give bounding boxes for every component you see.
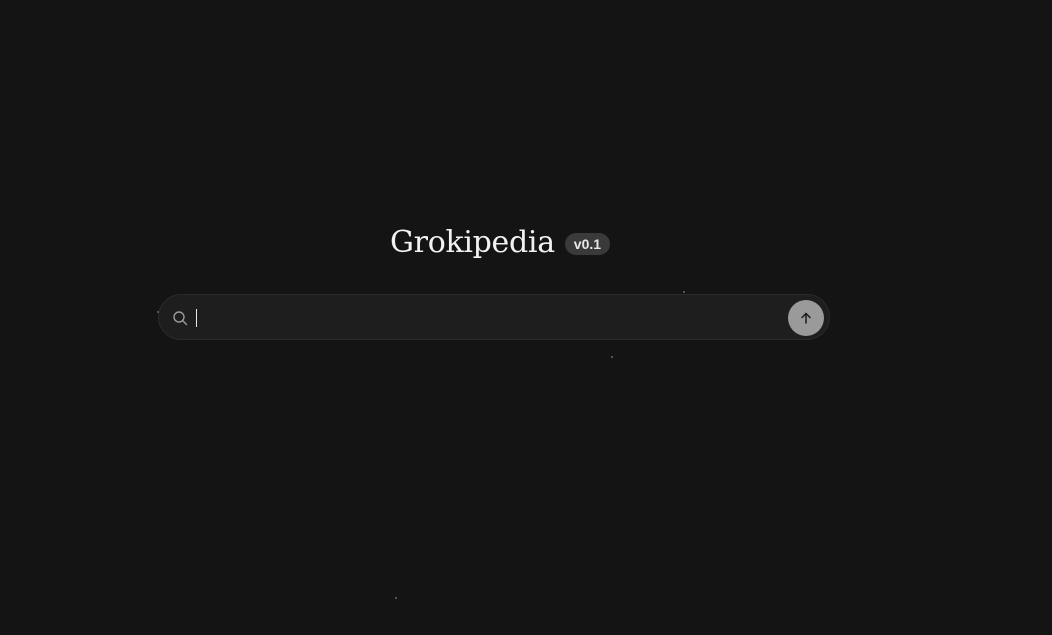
- submit-button[interactable]: [788, 300, 824, 336]
- page-title: Grokipedia: [390, 225, 555, 260]
- decorative-dot: [611, 356, 613, 358]
- search-bar[interactable]: [158, 294, 830, 340]
- decorative-dot: [157, 311, 159, 313]
- brand: Grokipedia v0.1: [390, 222, 611, 264]
- decorative-dot: [395, 597, 397, 599]
- search-input[interactable]: [193, 303, 783, 331]
- arrow-up-icon: [799, 311, 813, 325]
- version-badge: v0.1: [564, 233, 611, 255]
- text-caret: [196, 309, 197, 327]
- page: Grokipedia v0.1: [0, 0, 1052, 635]
- decorative-dot: [683, 291, 685, 293]
- search-icon: [172, 310, 188, 326]
